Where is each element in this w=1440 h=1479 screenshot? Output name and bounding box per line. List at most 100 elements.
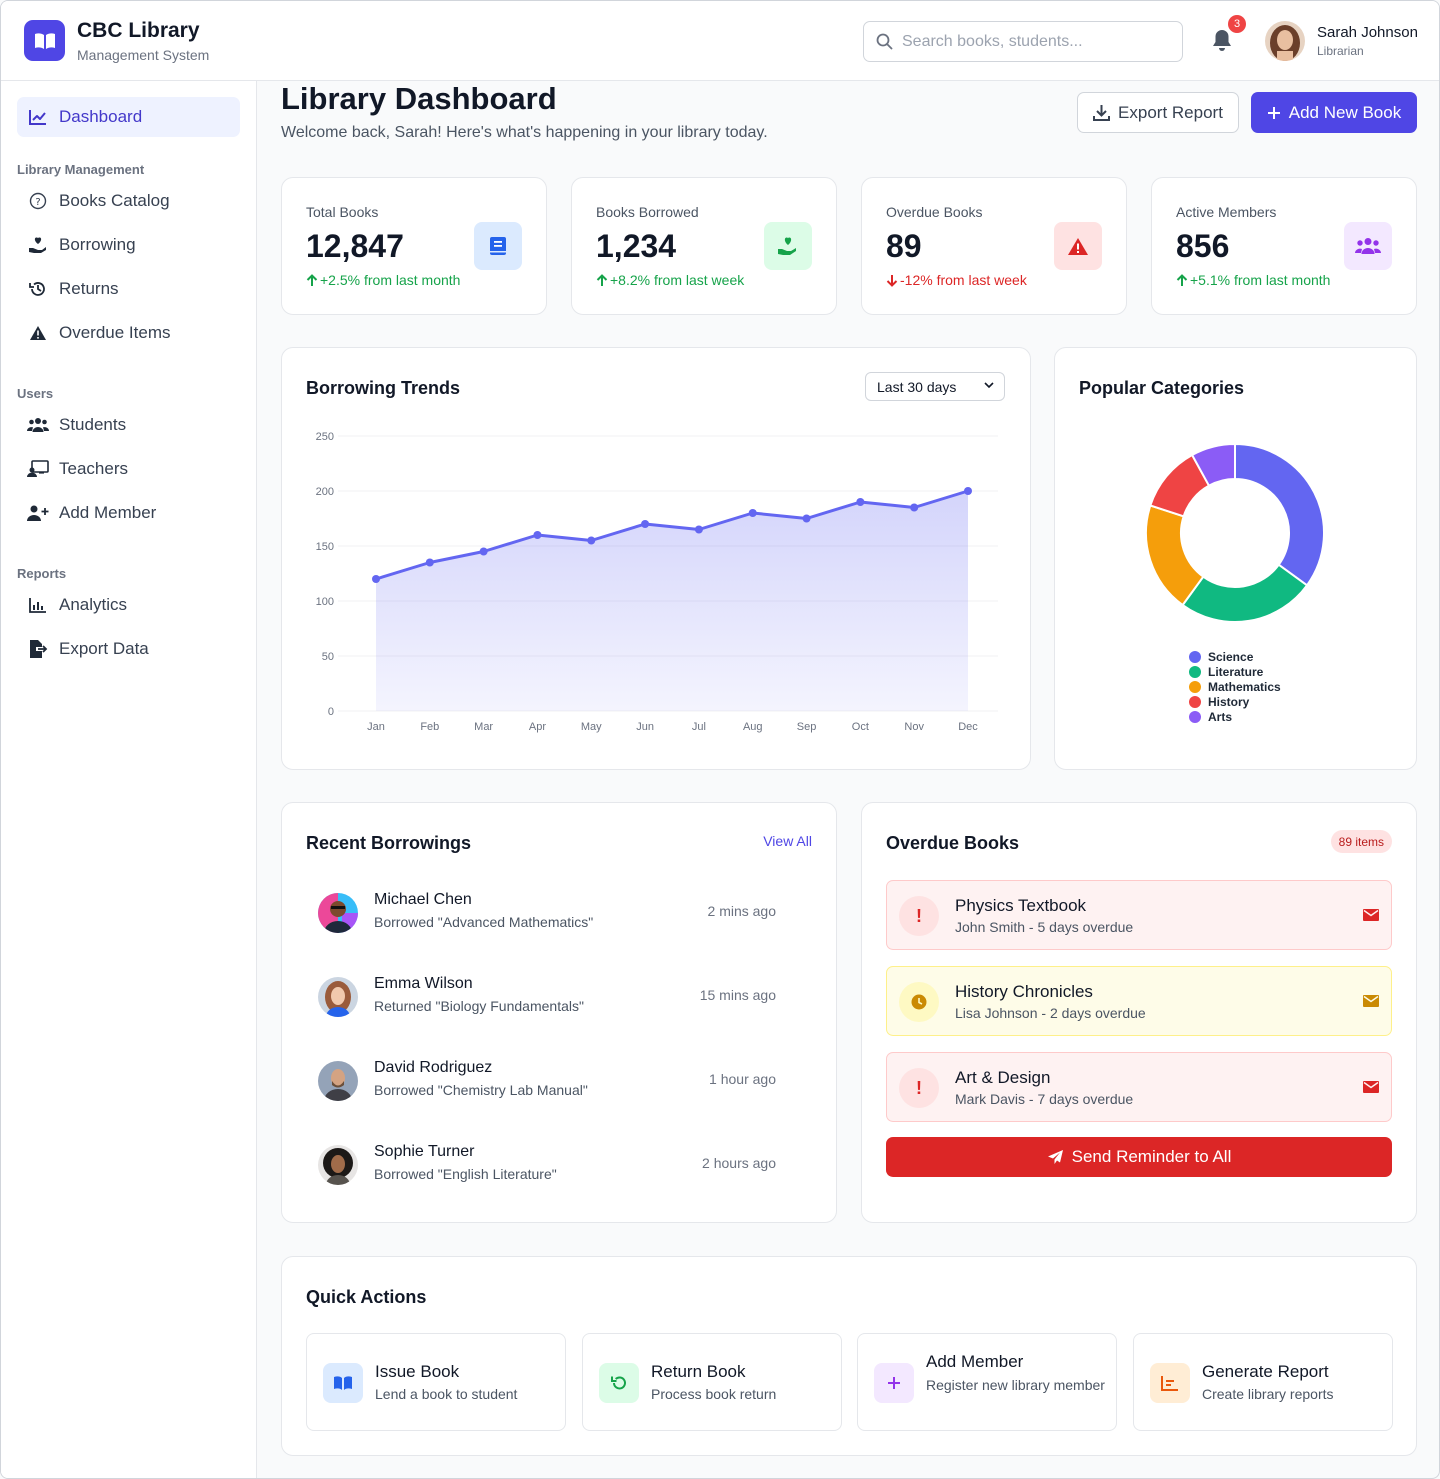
chevron-down-icon xyxy=(984,382,994,389)
recent-borrowings-card: Recent Borrowings View All Michael Chen … xyxy=(281,802,837,1223)
plus-icon xyxy=(874,1363,914,1403)
data-point xyxy=(372,575,380,583)
page-title: Library Dashboard xyxy=(281,81,557,116)
stat-card-total-books: Total Books 12,847 +2.5% from last month xyxy=(281,177,547,315)
chart-legend: Science Literature Mathematics History Arts xyxy=(1189,649,1281,724)
envelope-icon[interactable] xyxy=(1363,1081,1379,1093)
list-item[interactable]: Sophie Turner Borrowed "English Literatu… xyxy=(306,1135,804,1195)
sidebar-item-label: Returns xyxy=(59,279,119,298)
quick-action-generate-report[interactable]: Generate Report Create library reports xyxy=(1133,1333,1393,1431)
borrowing-trends-chart: 0 50 100 150 200 250 Jan Feb Mar Apr May Jun Jul Aug S… xyxy=(316,431,998,733)
sidebar-item-students[interactable]: Students xyxy=(17,405,240,445)
y-tick-label: 200 xyxy=(316,486,334,498)
stat-change: +8.2% from last week xyxy=(596,272,744,288)
y-tick-label: 250 xyxy=(316,431,334,443)
x-tick-label: Apr xyxy=(529,721,546,733)
x-tick-label: Jul xyxy=(692,721,706,733)
user-photo xyxy=(1265,21,1305,61)
x-tick-label: Dec xyxy=(958,721,978,733)
user-avatar[interactable] xyxy=(1265,21,1305,61)
sidebar-item-add-member[interactable]: Add Member xyxy=(17,493,240,533)
x-tick-label: Aug xyxy=(743,721,763,733)
search-input[interactable] xyxy=(902,22,1172,61)
stat-label: Active Members xyxy=(1176,204,1277,220)
sidebar-item-books-catalog[interactable]: ? Books Catalog xyxy=(17,181,240,221)
x-tick-label: Jan xyxy=(367,721,385,733)
stat-value: 12,847 xyxy=(306,228,404,264)
logo[interactable] xyxy=(24,20,65,61)
envelope-icon[interactable] xyxy=(1363,909,1379,921)
sidebar-item-returns[interactable]: Returns xyxy=(17,269,240,309)
arrow-down-icon xyxy=(886,274,898,287)
brand-title: CBC Library xyxy=(77,19,200,42)
quick-action-title: Issue Book xyxy=(375,1362,460,1381)
stat-change: +5.1% from last month xyxy=(1176,272,1330,288)
list-item[interactable]: David Rodriguez Borrowed "Chemistry Lab … xyxy=(306,1051,804,1111)
overdue-books-title: Overdue Books xyxy=(886,833,1020,853)
legend-item: Mathematics xyxy=(1189,679,1281,694)
users-icon xyxy=(27,414,49,436)
overdue-item[interactable]: ! Physics Textbook John Smith - 5 days o… xyxy=(886,880,1392,950)
list-item[interactable]: Michael Chen Borrowed "Advanced Mathemat… xyxy=(306,883,804,943)
y-tick-label: 50 xyxy=(322,651,334,663)
sidebar-section-users: Users xyxy=(17,386,54,401)
search-icon xyxy=(876,33,893,50)
sidebar-section-reports: Reports xyxy=(17,566,67,581)
stat-change: -12% from last week xyxy=(886,272,1027,288)
sidebar-item-teachers[interactable]: Teachers xyxy=(17,449,240,489)
send-reminder-all-button[interactable]: Send Reminder to All xyxy=(886,1137,1392,1177)
sidebar-item-dashboard[interactable]: Dashboard xyxy=(17,97,240,137)
stat-card-overdue-books: Overdue Books 89 -12% from last week xyxy=(861,177,1127,315)
users-icon xyxy=(1344,222,1392,270)
list-item[interactable]: Emma Wilson Returned "Biology Fundamenta… xyxy=(306,967,804,1027)
sidebar-item-label: Add Member xyxy=(59,503,157,522)
x-tick-label: Jun xyxy=(636,721,654,733)
borrow-time: 1 hour ago xyxy=(709,1071,776,1087)
open-book-icon xyxy=(34,32,55,49)
brand-subtitle: Management System xyxy=(77,47,210,63)
quick-action-title: Generate Report xyxy=(1202,1362,1329,1381)
sidebar-item-label: Analytics xyxy=(59,595,128,614)
stat-change-text: -12% from last week xyxy=(900,272,1027,288)
overdue-count-badge: 89 items xyxy=(1330,830,1392,853)
overdue-item[interactable]: History Chronicles Lisa Johnson - 2 days… xyxy=(886,966,1392,1036)
sidebar-item-label: Books Catalog xyxy=(59,191,170,210)
legend-swatch xyxy=(1189,650,1201,663)
quick-action-issue-book[interactable]: Issue Book Lend a book to student xyxy=(306,1333,566,1431)
overdue-item[interactable]: ! Art & Design Mark Davis - 7 days overd… xyxy=(886,1052,1392,1122)
sidebar-item-export-data[interactable]: Export Data xyxy=(17,629,240,669)
time-range-select[interactable]: Last 30 days xyxy=(865,372,1005,401)
sidebar-item-borrowing[interactable]: Borrowing xyxy=(17,225,240,265)
overdue-book-detail: Mark Davis - 7 days overdue xyxy=(955,1091,1134,1107)
legend-swatch xyxy=(1189,665,1201,678)
data-point xyxy=(587,536,596,545)
legend-label: Science xyxy=(1208,649,1254,664)
borrowing-trends-title: Borrowing Trends xyxy=(306,378,461,398)
data-point xyxy=(425,558,434,567)
overdue-book-title: Physics Textbook xyxy=(955,896,1087,915)
search-box[interactable] xyxy=(863,21,1183,62)
data-point xyxy=(802,514,811,523)
history-icon xyxy=(27,278,49,300)
sidebar-item-analytics[interactable]: Analytics xyxy=(17,585,240,625)
legend-item: Arts xyxy=(1189,709,1281,724)
x-tick-label: Feb xyxy=(420,721,439,733)
borrower-name: David Rodriguez xyxy=(374,1059,493,1076)
borrow-description: Borrowed "Chemistry Lab Manual" xyxy=(374,1082,588,1098)
quick-action-return-book[interactable]: Return Book Process book return xyxy=(582,1333,842,1431)
view-all-link[interactable]: View All xyxy=(763,833,812,849)
sidebar-item-overdue-items[interactable]: Overdue Items xyxy=(17,313,240,353)
quick-action-add-member[interactable]: Add Member Register new library member xyxy=(857,1333,1117,1431)
stat-value: 1,234 xyxy=(596,228,677,264)
bell-icon xyxy=(1213,30,1231,51)
exclamation-icon: ! xyxy=(899,1068,939,1108)
add-new-book-button[interactable]: Add New Book xyxy=(1251,92,1417,133)
hand-heart-icon xyxy=(764,222,812,270)
send-reminder-label: Send Reminder to All xyxy=(1071,1147,1232,1166)
sidebar-item-label: Teachers xyxy=(59,459,128,478)
y-tick-label: 100 xyxy=(316,596,334,608)
quick-action-subtitle: Create library reports xyxy=(1202,1386,1334,1402)
export-report-button[interactable]: Export Report xyxy=(1077,92,1239,133)
envelope-icon[interactable] xyxy=(1363,995,1379,1007)
borrow-description: Borrowed "Advanced Mathematics" xyxy=(374,914,594,930)
